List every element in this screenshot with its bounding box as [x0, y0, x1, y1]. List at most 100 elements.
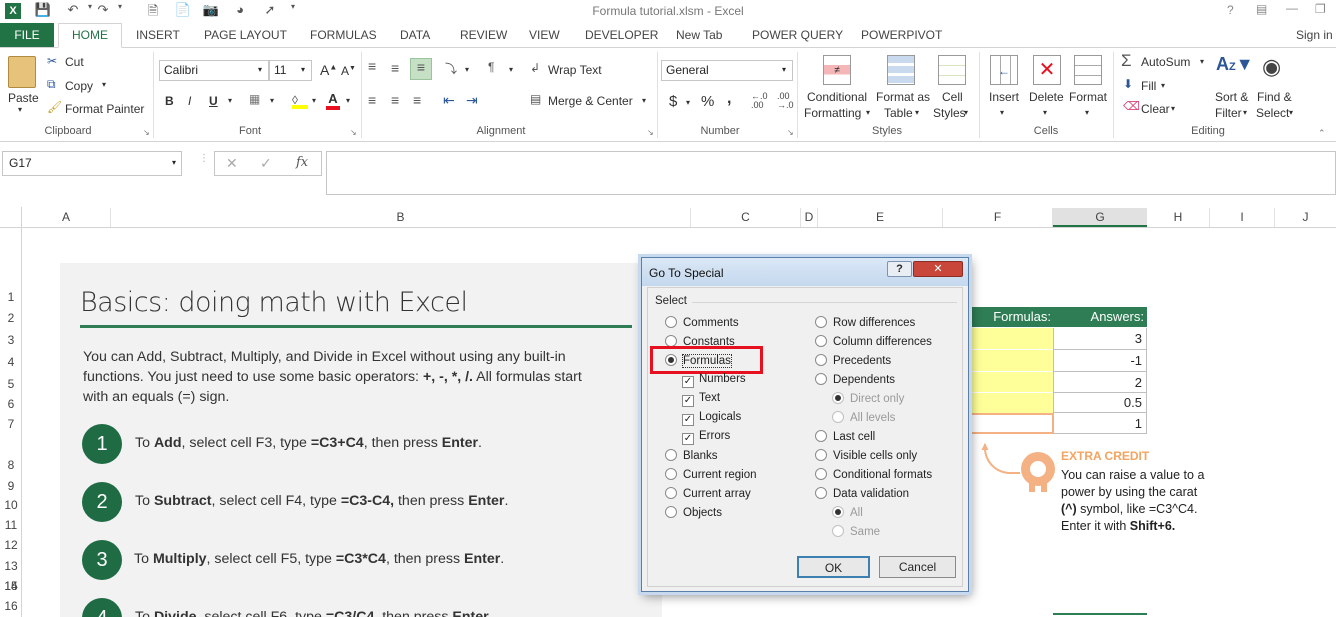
row-header-13[interactable]: 13: [0, 559, 22, 573]
font-name-select[interactable]: Calibri: [159, 60, 269, 81]
column-header-b[interactable]: B: [111, 208, 691, 227]
answer-cell[interactable]: 3: [1053, 328, 1147, 350]
row-header-12[interactable]: 12: [0, 538, 22, 552]
delete-button[interactable]: Delete: [1029, 90, 1064, 104]
font-color-dropdown-icon[interactable]: ▾: [346, 96, 350, 105]
alignment-launcher-icon[interactable]: ↘: [647, 128, 654, 137]
fill-dropdown-icon[interactable]: ▾: [1161, 81, 1165, 90]
chevron-down-icon[interactable]: ▾: [915, 108, 919, 117]
answer-cell[interactable]: 1: [1053, 413, 1147, 434]
ok-button[interactable]: OK: [797, 556, 870, 578]
align-middle-icon[interactable]: ≡: [391, 60, 399, 76]
name-box[interactable]: G17 ▾: [2, 151, 182, 176]
tab-home[interactable]: HOME: [58, 23, 122, 48]
row-header-16[interactable]: 16: [0, 599, 22, 613]
row-header-8[interactable]: 8: [0, 458, 22, 472]
option-dependents[interactable]: Dependents: [815, 373, 895, 386]
autosum-button[interactable]: AutoSum: [1141, 55, 1190, 69]
column-header-c[interactable]: C: [691, 208, 801, 227]
align-left-icon[interactable]: ≡: [368, 92, 376, 108]
confirm-entry-icon[interactable]: ✓: [260, 155, 272, 172]
chevron-down-icon[interactable]: ▾: [301, 65, 305, 74]
option-comments[interactable]: Comments: [665, 316, 739, 329]
clipboard-launcher-icon[interactable]: ↘: [143, 128, 150, 137]
option-errors[interactable]: ✓ Errors: [682, 430, 730, 445]
answer-cell[interactable]: 2: [1053, 372, 1147, 393]
tab-developer[interactable]: DEVELOPER: [585, 28, 658, 42]
underline-button[interactable]: U: [209, 94, 218, 108]
sign-in-link[interactable]: Sign in: [1296, 28, 1333, 42]
sort-filter-button[interactable]: Sort &: [1215, 90, 1248, 104]
font-color-icon[interactable]: A: [326, 91, 340, 110]
font-launcher-icon[interactable]: ↘: [350, 128, 357, 137]
chevron-down-icon[interactable]: ▾: [1289, 108, 1293, 117]
decrease-font-icon[interactable]: A▼: [341, 64, 356, 78]
paste-dropdown-icon[interactable]: ▾: [18, 105, 22, 114]
tab-view[interactable]: VIEW: [529, 28, 560, 42]
column-header-j[interactable]: J: [1275, 208, 1336, 227]
tab-insert[interactable]: INSERT: [136, 28, 180, 42]
decrease-indent-icon[interactable]: ⇤: [443, 92, 455, 109]
tab-formulas[interactable]: FORMULAS: [310, 28, 377, 42]
percent-button[interactable]: %: [701, 93, 714, 110]
chevron-down-icon[interactable]: ▾: [964, 108, 968, 117]
collapse-ribbon-icon[interactable]: ⌃: [1318, 128, 1326, 139]
option-column-differences[interactable]: Column differences: [815, 335, 932, 348]
fill-color-icon[interactable]: ◊: [292, 93, 308, 109]
column-header-e[interactable]: E: [818, 208, 943, 227]
insert-function-icon[interactable]: fx: [296, 155, 308, 170]
option-blanks[interactable]: Blanks: [665, 449, 718, 462]
merge-dropdown-icon[interactable]: ▾: [642, 96, 646, 105]
clear-button[interactable]: Clear: [1141, 102, 1170, 116]
cancel-button[interactable]: Cancel: [879, 556, 956, 578]
borders-dropdown-icon[interactable]: ▾: [270, 96, 274, 105]
conditional-formatting-button[interactable]: Conditional: [807, 90, 867, 104]
column-header-i[interactable]: I: [1210, 208, 1275, 227]
cancel-entry-icon[interactable]: ✕: [226, 155, 238, 172]
format-button[interactable]: Format: [1069, 90, 1107, 104]
column-header-f[interactable]: F: [943, 208, 1053, 227]
chevron-down-icon[interactable]: ▾: [1000, 108, 1004, 117]
row-header-5[interactable]: 5: [0, 377, 22, 391]
number-launcher-icon[interactable]: ↘: [787, 128, 794, 137]
row-header-1[interactable]: 1: [0, 290, 22, 304]
format-painter-button[interactable]: Format Painter: [65, 102, 144, 116]
increase-decimal-icon[interactable]: ←.0.00: [751, 92, 768, 110]
orientation-dropdown-icon[interactable]: ▾: [465, 65, 469, 74]
align-top-icon[interactable]: ≡: [368, 58, 376, 74]
tab-powerpivot[interactable]: POWERPIVOT: [861, 28, 942, 42]
help-icon[interactable]: ?: [1227, 3, 1234, 17]
decrease-decimal-icon[interactable]: .00 →.0: [777, 92, 794, 110]
comma-button[interactable]: ,: [727, 90, 731, 108]
answer-cell[interactable]: -1: [1053, 350, 1147, 372]
chevron-down-icon[interactable]: ▾: [782, 65, 786, 74]
chevron-down-icon[interactable]: ▾: [1085, 108, 1089, 117]
tab-new-tab[interactable]: New Tab: [676, 28, 722, 42]
number-format-select[interactable]: General: [661, 60, 793, 81]
row-header-2[interactable]: 2: [0, 311, 22, 325]
column-header-d[interactable]: D: [801, 208, 818, 227]
bold-button[interactable]: B: [165, 94, 174, 108]
row-header-10[interactable]: 10: [0, 498, 22, 512]
format-as-table-button[interactable]: Format as: [876, 90, 930, 104]
increase-font-icon[interactable]: A▲: [320, 62, 337, 78]
cut-button[interactable]: Cut: [65, 55, 84, 69]
clear-dropdown-icon[interactable]: ▾: [1171, 104, 1175, 113]
sort-filter-button-2[interactable]: Filter: [1215, 106, 1242, 120]
format-as-table-button-2[interactable]: Table: [884, 106, 913, 120]
formula-input[interactable]: [326, 151, 1336, 195]
cell-styles-button-2[interactable]: Styles: [933, 106, 966, 120]
option-numbers[interactable]: ✓ Numbers: [682, 373, 746, 388]
merge-center-button[interactable]: Merge & Center: [548, 94, 633, 108]
chevron-down-icon[interactable]: ▾: [866, 108, 870, 117]
find-select-button-2[interactable]: Select: [1256, 106, 1289, 120]
option-data-validation[interactable]: Data validation: [815, 487, 909, 500]
option-conditional-formats[interactable]: Conditional formats: [815, 468, 932, 481]
row-header-9[interactable]: 9: [0, 479, 22, 493]
fill-button[interactable]: Fill: [1141, 79, 1156, 93]
insert-button[interactable]: Insert: [989, 90, 1019, 104]
text-direction-icon[interactable]: ¶: [488, 60, 494, 74]
tab-review[interactable]: REVIEW: [460, 28, 507, 42]
column-header-a[interactable]: A: [22, 208, 111, 227]
option-precedents[interactable]: Precedents: [815, 354, 891, 367]
